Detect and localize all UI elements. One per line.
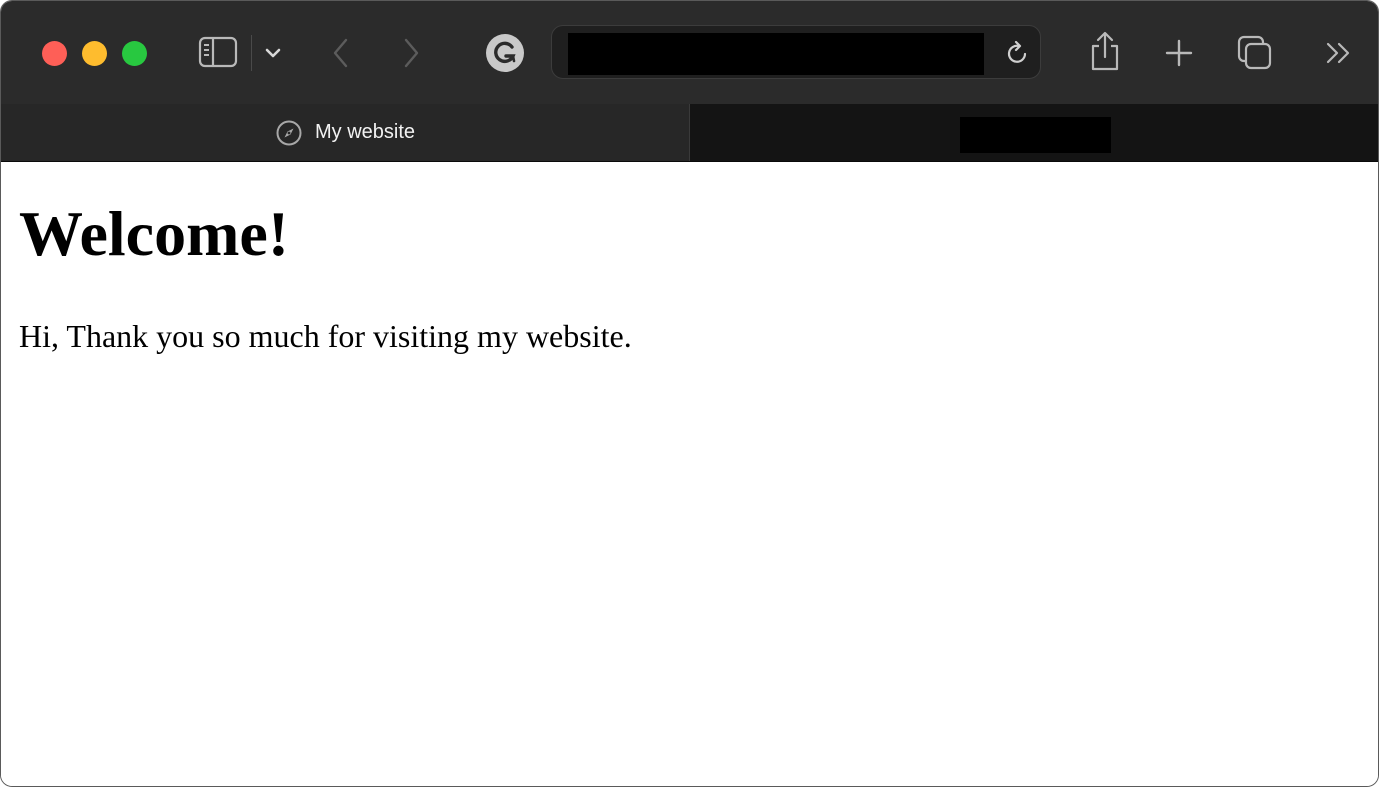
tab-title: My website xyxy=(314,121,416,143)
address-bar[interactable] xyxy=(551,25,1041,79)
compass-icon xyxy=(275,119,303,147)
maximize-window-button[interactable] xyxy=(122,41,147,66)
plus-icon[interactable] xyxy=(1163,37,1195,69)
url-redacted xyxy=(568,33,984,75)
sidebar-icon[interactable] xyxy=(198,35,238,69)
browser-window: My website Welcome! Hi, Thank you so muc… xyxy=(0,0,1379,787)
chevron-left-icon[interactable] xyxy=(327,36,355,70)
reload-icon[interactable] xyxy=(1003,39,1031,67)
tab-title-redacted xyxy=(960,117,1111,153)
minimize-window-button[interactable] xyxy=(82,41,107,66)
page-content: Welcome! Hi, Thank you so much for visit… xyxy=(1,162,1378,786)
share-icon[interactable] xyxy=(1088,29,1122,73)
close-window-button[interactable] xyxy=(42,41,67,66)
tab-my-website[interactable]: My website xyxy=(1,104,690,161)
double-chevron-right-icon[interactable] xyxy=(1323,39,1355,67)
chevron-right-icon[interactable] xyxy=(397,36,425,70)
page-paragraph: Hi, Thank you so much for visiting my we… xyxy=(19,318,632,354)
toolbar-divider xyxy=(251,35,252,71)
browser-toolbar xyxy=(1,1,1378,104)
tab-second[interactable] xyxy=(690,104,1378,161)
tab-overview-icon[interactable] xyxy=(1235,33,1275,71)
page-heading: Welcome! xyxy=(19,198,290,269)
chevron-down-icon[interactable] xyxy=(263,43,283,63)
tab-bar: My website xyxy=(1,104,1378,162)
grammarly-icon[interactable] xyxy=(486,34,524,72)
